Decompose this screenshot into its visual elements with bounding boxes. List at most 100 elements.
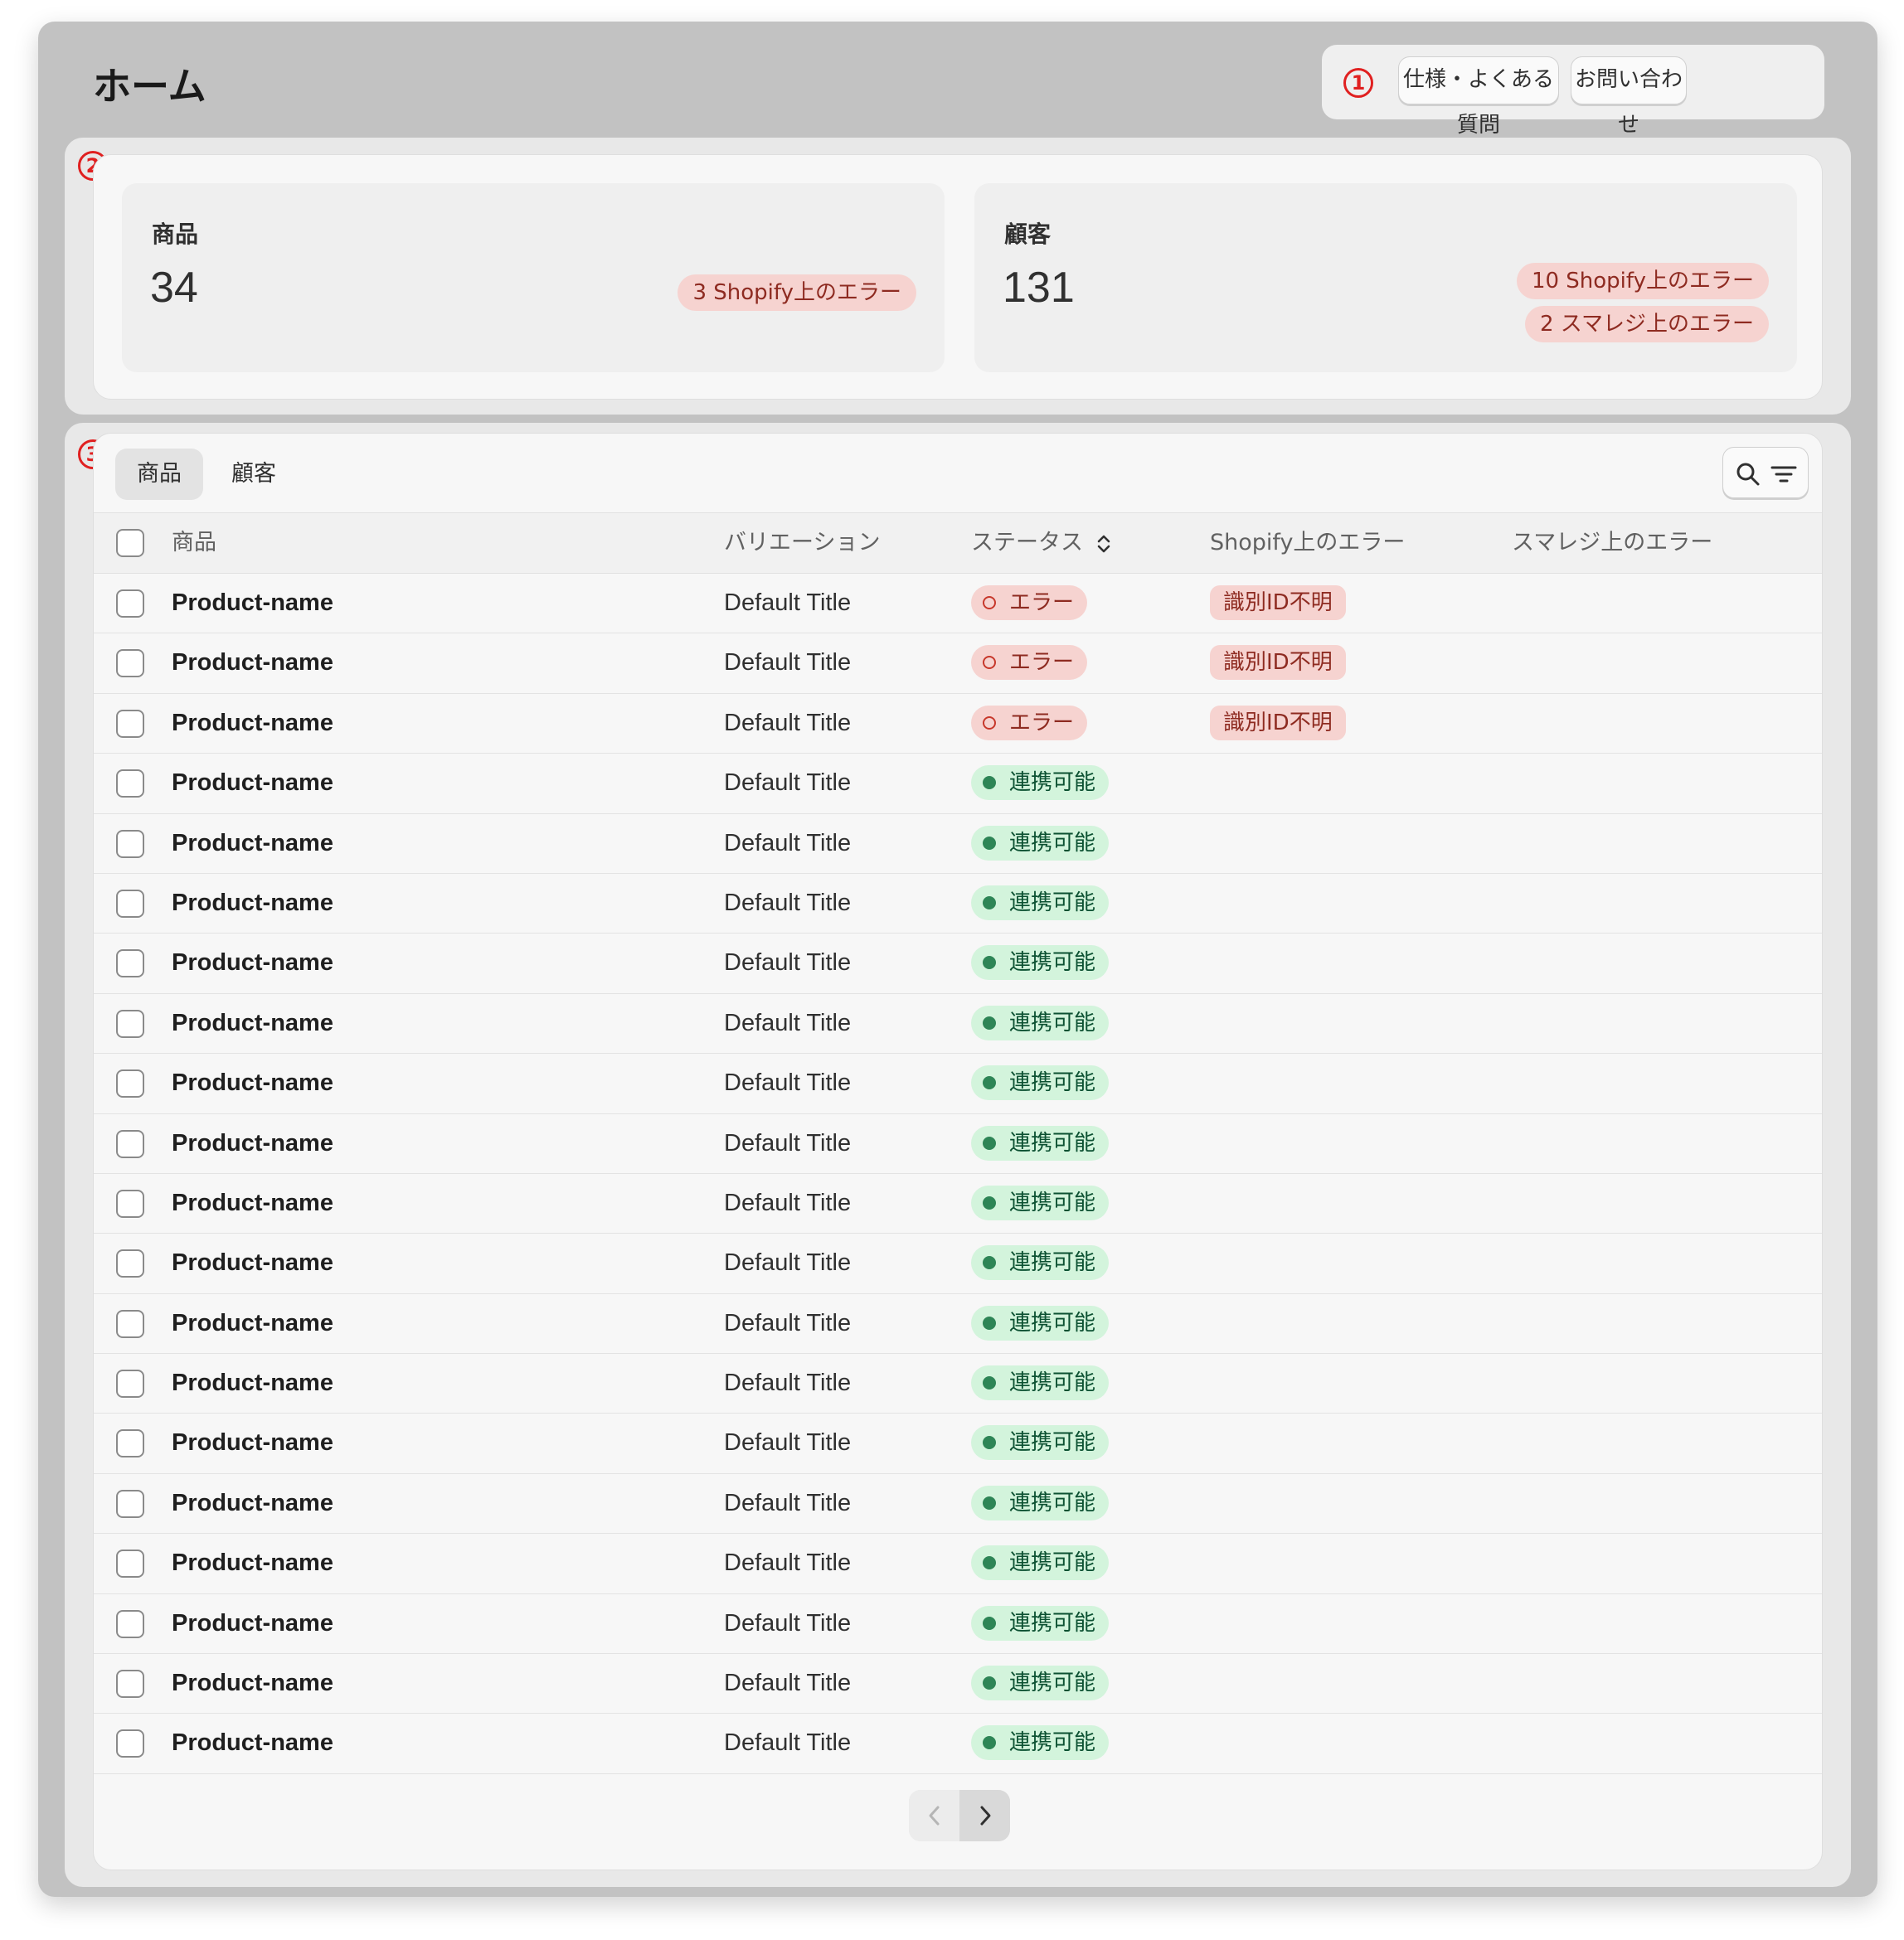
list-card: 商品 顧客 商品 バリエーション ステータス Shopify上のエラー スマレジ… <box>93 433 1823 1870</box>
product-name[interactable]: Product-name <box>172 994 333 1052</box>
product-name[interactable]: Product-name <box>172 574 333 632</box>
table-row[interactable]: Product-name Default Title 連携可能 <box>94 1594 1822 1655</box>
row-checkbox[interactable] <box>116 1189 144 1218</box>
table-row[interactable]: Product-name Default Title 連携可能 <box>94 994 1822 1055</box>
column-status[interactable]: ステータス <box>971 513 1112 573</box>
status-badge: 連携可能 <box>971 1185 1110 1220</box>
table-row[interactable]: Product-name Default Title 連携可能 <box>94 1114 1822 1174</box>
table-row[interactable]: Product-name Default Title 連携可能 <box>94 1054 1822 1114</box>
filter-icon <box>1770 466 1797 483</box>
table-row[interactable]: Product-name Default Title 連携可能 <box>94 934 1822 994</box>
row-checkbox[interactable] <box>116 1729 144 1758</box>
next-page-button[interactable] <box>959 1790 1010 1841</box>
status-label: 連携可能 <box>1009 770 1096 796</box>
row-checkbox[interactable] <box>116 1069 144 1099</box>
row-checkbox[interactable] <box>116 1550 144 1579</box>
product-name[interactable]: Product-name <box>172 1354 333 1412</box>
prev-page-button[interactable] <box>909 1790 959 1841</box>
row-checkbox[interactable] <box>116 649 144 678</box>
status-label: 連携可能 <box>1009 1430 1096 1456</box>
table-row[interactable]: Product-name Default Title 連携可能 <box>94 1474 1822 1535</box>
annotation-marker-1: 1 <box>1343 68 1373 98</box>
tab-customers[interactable]: 顧客 <box>210 449 298 500</box>
search-filter-button[interactable] <box>1722 447 1809 498</box>
status-label: 連携可能 <box>1009 1250 1096 1276</box>
pagination <box>909 1790 1010 1841</box>
row-checkbox[interactable] <box>116 1489 144 1518</box>
product-name[interactable]: Product-name <box>172 934 333 992</box>
error-status-icon <box>983 596 996 609</box>
table-row[interactable]: Product-name Default Title 連携可能 <box>94 1354 1822 1414</box>
table-row[interactable]: Product-name Default Title 連携可能 <box>94 1174 1822 1234</box>
product-name[interactable]: Product-name <box>172 694 333 752</box>
table-row[interactable]: Product-name Default Title エラー 識別ID不明 <box>94 574 1822 634</box>
row-checkbox[interactable] <box>116 1429 144 1458</box>
product-name[interactable]: Product-name <box>172 874 333 932</box>
table-row[interactable]: Product-name Default Title 連携可能 <box>94 754 1822 814</box>
list-section: 3 商品 顧客 商品 バリエーション ステータス <box>65 423 1851 1887</box>
product-name[interactable]: Product-name <box>172 814 333 872</box>
row-checkbox[interactable] <box>116 769 144 798</box>
product-name[interactable]: Product-name <box>172 633 333 691</box>
status-badge: エラー <box>971 645 1088 681</box>
sort-icon[interactable] <box>1095 531 1112 556</box>
shopify-error-badge: 識別ID不明 <box>1210 585 1346 620</box>
select-all-checkbox[interactable] <box>116 529 144 557</box>
app-frame: ホーム 1 仕様・よくある質問 お問い合わせ 2 商品 34 3 Shopify… <box>38 22 1877 1897</box>
ok-status-icon <box>983 1256 996 1270</box>
products-shopify-error-badge[interactable]: 3 Shopify上のエラー <box>678 274 916 311</box>
row-checkbox[interactable] <box>116 1370 144 1399</box>
row-checkbox[interactable] <box>116 709 144 738</box>
row-checkbox[interactable] <box>116 829 144 858</box>
row-checkbox[interactable] <box>116 1609 144 1638</box>
table-row[interactable]: Product-name Default Title 連携可能 <box>94 1414 1822 1474</box>
status-badge: 連携可能 <box>971 1605 1110 1641</box>
contact-button[interactable]: お問い合わせ <box>1571 56 1687 138</box>
table-row[interactable]: Product-name Default Title 連携可能 <box>94 1714 1822 1774</box>
summary-section: 2 商品 34 3 Shopify上のエラー 顧客 131 10 Shopify… <box>65 138 1851 415</box>
product-name[interactable]: Product-name <box>172 1594 333 1652</box>
ok-status-icon <box>983 1316 996 1330</box>
table-row[interactable]: Product-name Default Title 連携可能 <box>94 1294 1822 1355</box>
product-name[interactable]: Product-name <box>172 1114 333 1172</box>
table-row[interactable]: Product-name Default Title 連携可能 <box>94 814 1822 874</box>
table-row[interactable]: Product-name Default Title エラー 識別ID不明 <box>94 633 1822 694</box>
row-checkbox[interactable] <box>116 1249 144 1278</box>
product-name[interactable]: Product-name <box>172 1414 333 1472</box>
table-row[interactable]: Product-name Default Title 連携可能 <box>94 1654 1822 1714</box>
table-row[interactable]: Product-name Default Title 連携可能 <box>94 1234 1822 1294</box>
table-body: Product-name Default Title エラー 識別ID不明 Produc… <box>94 574 1822 1774</box>
product-name[interactable]: Product-name <box>172 1474 333 1532</box>
row-checkbox[interactable] <box>116 949 144 978</box>
row-checkbox[interactable] <box>116 1309 144 1338</box>
table-row[interactable]: Product-name Default Title エラー 識別ID不明 <box>94 694 1822 754</box>
row-checkbox[interactable] <box>116 889 144 918</box>
status-label: 連携可能 <box>1009 1190 1096 1215</box>
product-name[interactable]: Product-name <box>172 1534 333 1592</box>
product-name[interactable]: Product-name <box>172 1714 333 1772</box>
tab-products[interactable]: 商品 <box>115 449 203 500</box>
customers-shopify-error-badge[interactable]: 10 Shopify上のエラー <box>1516 263 1769 299</box>
product-name[interactable]: Product-name <box>172 1294 333 1352</box>
table-row[interactable]: Product-name Default Title 連携可能 <box>94 1534 1822 1594</box>
row-checkbox[interactable] <box>116 1129 144 1158</box>
products-stat: 商品 34 3 Shopify上のエラー <box>122 183 945 372</box>
product-name[interactable]: Product-name <box>172 1174 333 1232</box>
variation: Default Title <box>724 1189 852 1216</box>
product-name[interactable]: Product-name <box>172 754 333 812</box>
customers-smaregi-error-badge[interactable]: 2 スマレジ上のエラー <box>1524 306 1769 342</box>
ok-status-icon <box>983 956 996 970</box>
products-count: 34 <box>150 264 198 312</box>
ok-status-icon <box>983 1676 996 1690</box>
faq-button[interactable]: 仕様・よくある質問 <box>1398 56 1559 138</box>
status-badge: 連携可能 <box>971 945 1110 981</box>
status-label: エラー <box>1009 710 1075 735</box>
row-checkbox[interactable] <box>116 1009 144 1038</box>
status-badge: 連携可能 <box>971 1305 1110 1341</box>
product-name[interactable]: Product-name <box>172 1234 333 1292</box>
product-name[interactable]: Product-name <box>172 1054 333 1112</box>
row-checkbox[interactable] <box>116 589 144 618</box>
row-checkbox[interactable] <box>116 1670 144 1699</box>
table-row[interactable]: Product-name Default Title 連携可能 <box>94 874 1822 934</box>
product-name[interactable]: Product-name <box>172 1654 333 1712</box>
